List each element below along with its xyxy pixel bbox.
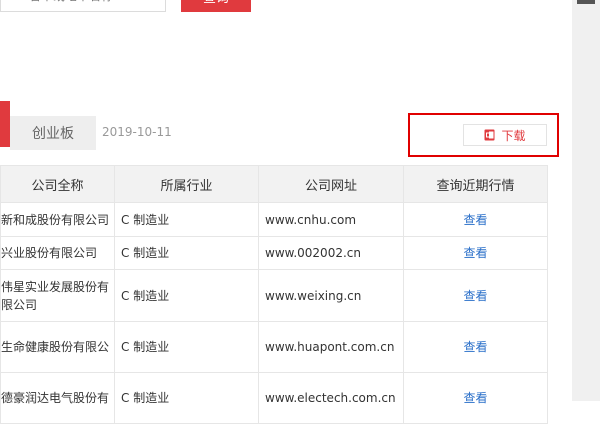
website-cell: www.huapont.com.cn bbox=[258, 321, 404, 373]
table-header-row: 公司全称 所属行业 公司网址 查询近期行情 bbox=[0, 165, 548, 203]
company-name-cell: 生命健康股份有限公 bbox=[0, 321, 115, 373]
website-cell: www.electech.com.cn bbox=[258, 372, 404, 424]
scrollbar-thumb[interactable] bbox=[577, 0, 595, 4]
company-name-cell: 新和成股份有限公司 bbox=[0, 202, 115, 237]
company-name-cell: 德豪润达电气股份有 bbox=[0, 372, 115, 424]
tab-chinext[interactable]: 创业板 bbox=[10, 116, 96, 150]
website-cell: www.weixing.cn bbox=[258, 269, 404, 322]
header-recent-quotes: 查询近期行情 bbox=[403, 165, 548, 203]
website-cell: www.002002.cn bbox=[258, 236, 404, 270]
table-row: 德豪润达电气股份有 C 制造业 www.electech.com.cn 查看 bbox=[0, 372, 548, 424]
section-marker bbox=[0, 101, 10, 147]
table-row: 兴业股份有限公司 C 制造业 www.002002.cn 查看 bbox=[0, 236, 548, 270]
table-row: 生命健康股份有限公 C 制造业 www.huapont.com.cn 查看 bbox=[0, 321, 548, 373]
right-gutter bbox=[572, 0, 600, 401]
website-cell: www.cnhu.com bbox=[258, 202, 404, 237]
view-link[interactable]: 查看 bbox=[463, 391, 487, 405]
view-cell: 查看 bbox=[403, 321, 548, 373]
header-company-name: 公司全称 bbox=[0, 165, 115, 203]
download-label: 下载 bbox=[501, 128, 526, 143]
view-cell: 查看 bbox=[403, 236, 548, 270]
industry-cell: C 制造业 bbox=[114, 202, 259, 237]
view-link[interactable]: 查看 bbox=[463, 340, 487, 354]
industry-cell: C 制造业 bbox=[114, 269, 259, 322]
view-link[interactable]: 查看 bbox=[463, 246, 487, 260]
table-row: 新和成股份有限公司 C 制造业 www.cnhu.com 查看 bbox=[0, 202, 548, 237]
board-date: 2019-10-11 bbox=[102, 125, 172, 139]
industry-cell: C 制造业 bbox=[114, 321, 259, 373]
view-link[interactable]: 查看 bbox=[463, 213, 487, 227]
download-button[interactable]: 下载 bbox=[463, 124, 547, 146]
search-button[interactable]: 查询 bbox=[181, 0, 251, 12]
view-cell: 查看 bbox=[403, 202, 548, 237]
company-name-cell: 兴业股份有限公司 bbox=[0, 236, 115, 270]
company-name-cell: 伟星实业发展股份有限公司 bbox=[0, 269, 115, 322]
company-table: 公司全称 所属行业 公司网址 查询近期行情 新和成股份有限公司 C 制造业 ww… bbox=[0, 165, 548, 424]
header-website: 公司网址 bbox=[258, 165, 404, 203]
ppt-file-icon bbox=[484, 129, 495, 141]
view-link[interactable]: 查看 bbox=[463, 289, 487, 303]
region-search-input[interactable] bbox=[0, 0, 166, 12]
header-industry: 所属行业 bbox=[114, 165, 259, 203]
industry-cell: C 制造业 bbox=[114, 372, 259, 424]
view-cell: 查看 bbox=[403, 372, 548, 424]
view-cell: 查看 bbox=[403, 269, 548, 322]
tab-chinext-label: 创业板 bbox=[32, 126, 74, 142]
table-row: 伟星实业发展股份有限公司 C 制造业 www.weixing.cn 查看 bbox=[0, 269, 548, 322]
industry-cell: C 制造业 bbox=[114, 236, 259, 270]
